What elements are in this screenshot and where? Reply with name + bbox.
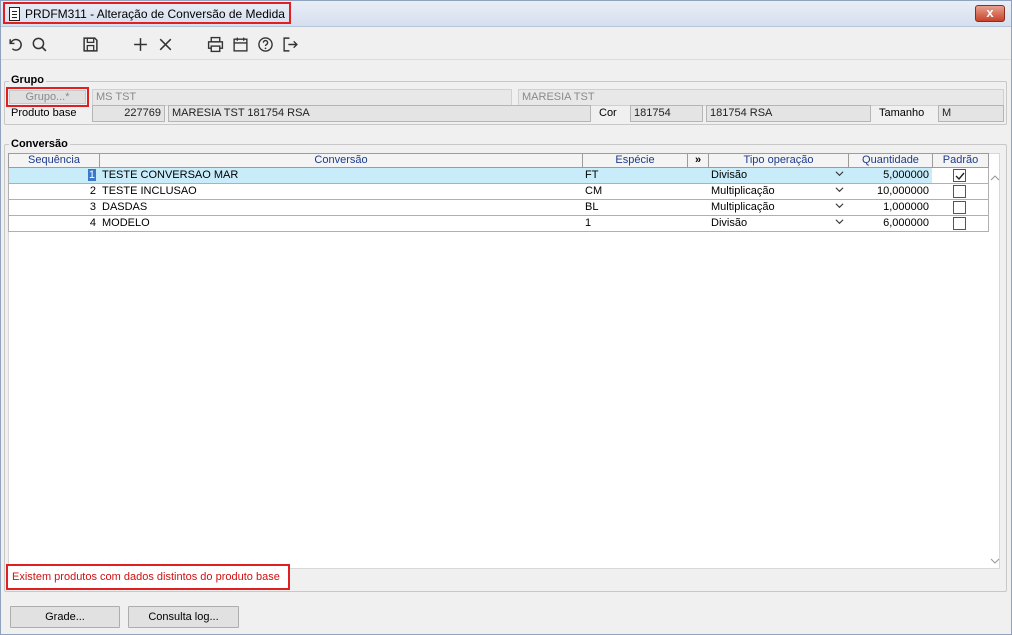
delete-button[interactable] [155,34,175,54]
search-button[interactable] [29,34,49,54]
table-row[interactable]: 3 DASDAS BL Multiplicação 1,000000 [8,200,989,216]
title-bar: PRDFM311 - Alteração de Conversão de Med… [1,1,1011,27]
grupo-button-label: Grupo...* [9,90,86,104]
grade-button[interactable]: Grade... [10,606,120,628]
cell-sequencia[interactable]: 3 [8,200,100,216]
cell-quantidade[interactable]: 6,000000 [848,216,933,232]
calendar-icon [232,37,248,52]
cell-quantidade[interactable]: 10,000000 [848,184,933,200]
tamanho-label: Tamanho [879,107,925,119]
add-icon [133,37,147,51]
exit-button[interactable] [280,34,300,54]
cell-especie[interactable]: FT [582,168,709,184]
column-header-conversao[interactable]: Conversão [99,153,583,168]
cell-tipo-operacao-value: Divisão [711,217,748,229]
cell-especie[interactable]: 1 [582,216,709,232]
window-title: PRDFM311 - Alteração de Conversão de Med… [25,7,285,21]
chevron-down-icon[interactable] [835,217,844,226]
undo-icon [8,38,22,51]
grupo-button[interactable]: Grupo...* [6,87,89,107]
scroll-down-icon[interactable] [990,557,1000,565]
cell-padrao [932,168,989,184]
help-icon [257,36,273,52]
cell-especie[interactable]: CM [582,184,709,200]
expand-columns-button[interactable]: » [687,153,709,168]
cell-sequencia[interactable]: 2 [8,184,100,200]
column-header-especie[interactable]: Espécie [582,153,688,168]
conversao-label: Conversão [9,138,70,150]
cell-padrao [932,184,989,200]
padrao-checkbox[interactable] [953,201,966,214]
padrao-checkbox[interactable] [953,217,966,230]
cell-tipo-operacao[interactable]: Multiplicação [708,200,849,216]
cell-quantidade[interactable]: 5,000000 [848,168,933,184]
cell-tipo-operacao[interactable]: Divisão [708,168,849,184]
grupo-desc-field: MARESIA TST [518,89,1004,106]
print-icon [207,36,223,52]
document-icon [9,7,20,21]
cor-desc-field: 181754 RSA [706,105,871,122]
status-message: Existem produtos com dados distintos do … [12,571,280,583]
close-button[interactable]: x [975,5,1005,22]
cell-tipo-operacao-value: Multiplicação [711,185,775,197]
chevron-down-icon[interactable] [835,201,844,210]
cell-quantidade[interactable]: 1,000000 [848,200,933,216]
produto-base-code-field: 227769 [92,105,165,122]
table-row[interactable]: 2 TESTE INCLUSAO CM Multiplicação 10,000… [8,184,989,200]
cor-code-field: 181754 [630,105,703,122]
cell-sequencia-value: 1 [87,169,96,181]
cell-conversao[interactable]: DASDAS [99,200,583,216]
cell-padrao [932,200,989,216]
chevron-down-icon[interactable] [835,185,844,194]
cell-tipo-operacao[interactable]: Divisão [708,216,849,232]
grupo-label: Grupo [9,74,46,86]
print-button[interactable] [205,34,225,54]
cell-conversao[interactable]: TESTE CONVERSAO MAR [99,168,583,184]
cell-tipo-operacao[interactable]: Multiplicação [708,184,849,200]
cell-tipo-operacao-value: Divisão [711,169,748,181]
cell-especie[interactable]: BL [582,200,709,216]
save-button[interactable] [80,34,100,54]
column-header-padrao[interactable]: Padrão [932,153,989,168]
chevron-down-icon[interactable] [835,169,844,178]
delete-icon [159,38,171,50]
cell-sequencia[interactable]: 4 [8,216,100,232]
close-icon: x [986,5,994,20]
cell-conversao[interactable]: MODELO [99,216,583,232]
grupo-code-field: MS TST [92,89,512,106]
toolbar [1,28,1011,60]
help-button[interactable] [255,34,275,54]
cell-sequencia[interactable]: 1 [8,168,100,184]
table-row[interactable]: 4 MODELO 1 Divisão 6,000000 [8,216,989,232]
column-header-tipo-operacao[interactable]: Tipo operação [708,153,849,168]
produto-base-desc-field: MARESIA TST 181754 RSA [168,105,591,122]
tamanho-field: M [938,105,1004,122]
add-button[interactable] [130,34,150,54]
column-header-quantidade[interactable]: Quantidade [848,153,933,168]
table-row[interactable]: 1 TESTE CONVERSAO MAR FT Divisão 5,00000… [8,168,989,184]
padrao-checkbox[interactable] [953,185,966,198]
title-highlight: PRDFM311 - Alteração de Conversão de Med… [3,2,291,24]
undo-button[interactable] [5,34,25,54]
checkmark-icon [955,172,965,181]
consulta-log-button[interactable]: Consulta log... [128,606,239,628]
calendar-button[interactable] [230,34,250,54]
padrao-checkbox[interactable] [953,169,966,182]
status-message-box: Existem produtos com dados distintos do … [6,564,290,590]
cell-padrao [932,216,989,232]
search-icon [32,37,46,51]
cor-label: Cor [599,107,617,119]
produto-base-label: Produto base [11,107,77,119]
column-header-sequencia[interactable]: Sequência [8,153,100,168]
cell-conversao[interactable]: TESTE INCLUSAO [99,184,583,200]
scroll-up-icon[interactable] [990,174,1000,182]
save-icon [82,36,98,52]
cell-tipo-operacao-value: Multiplicação [711,201,775,213]
main-window: PRDFM311 - Alteração de Conversão de Med… [0,0,1012,635]
exit-icon [282,36,298,52]
